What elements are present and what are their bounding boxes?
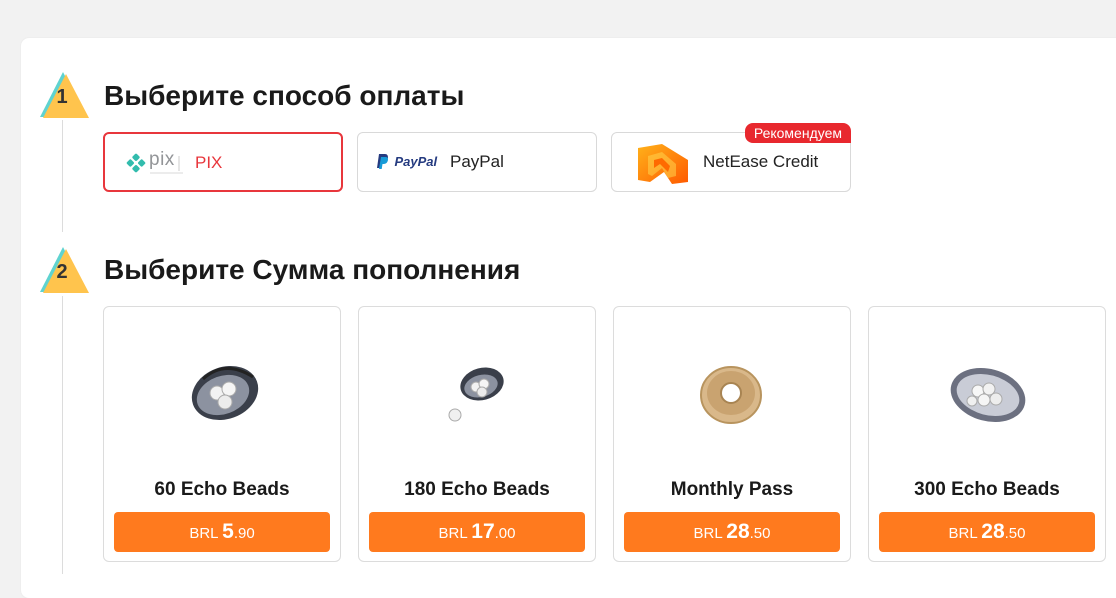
payment-option-label: PayPal [450, 152, 504, 171]
step-number: 1 [56, 86, 68, 108]
step-2-badge: 2 [36, 245, 90, 295]
step-1-badge: 1 [36, 70, 90, 120]
payment-option-paypal[interactable]: PayPal PayPal [357, 132, 597, 192]
price-integer: 17 [471, 520, 495, 543]
netease-credit-logo-icon [636, 142, 690, 186]
price-decimal: .00 [494, 525, 516, 542]
pix-logo-text: pix [149, 149, 175, 170]
payment-option-label: PIX [195, 153, 223, 172]
recommended-badge: Рекомендуем [744, 123, 851, 143]
section-title-topup-amount: Выберите Сумма пополнения [104, 254, 521, 285]
buy-price-button[interactable]: BRL 17.00 [369, 512, 585, 552]
pix-logo-icon: pix [125, 149, 187, 174]
section-title-payment-method: Выберите способ оплаты [104, 80, 465, 111]
product-card[interactable]: 180 Echo Beads BRL 17.00 [358, 306, 596, 562]
product-card[interactable]: 60 Echo Beads BRL 5.90 [103, 306, 341, 562]
price-decimal: .90 [233, 525, 255, 542]
product-name: 60 Echo Beads [154, 479, 290, 500]
buy-price-button[interactable]: BRL 28.50 [624, 512, 840, 552]
monthly-pass-disc-icon [673, 329, 793, 449]
price-currency: BRL [693, 525, 727, 542]
paypal-logo-text: PayPal [394, 154, 438, 169]
pearl-shell-icon [163, 329, 283, 449]
step-connector-line [62, 120, 63, 232]
product-card[interactable]: 300 Echo Beads BRL 28.50 [868, 306, 1106, 562]
price-decimal: .50 [1004, 525, 1026, 542]
price-integer: 28 [981, 520, 1005, 543]
paypal-logo-icon: PayPal [376, 154, 437, 172]
payment-option-label: NetEase Credit [703, 152, 819, 171]
price-currency: BRL [948, 525, 982, 542]
payment-option-netease-credit[interactable]: NetEase Credit Рекомендуем [611, 123, 851, 192]
pearl-shell-small-icon [418, 329, 538, 449]
pearl-shell-open-icon [928, 329, 1048, 449]
step-number: 2 [56, 261, 68, 283]
product-name: 180 Echo Beads [404, 479, 550, 500]
product-card[interactable]: Monthly Pass BRL 28.50 [613, 306, 851, 562]
product-name: 300 Echo Beads [914, 479, 1060, 500]
price-currency: BRL [438, 525, 472, 542]
step-connector-line [62, 296, 63, 574]
buy-price-button[interactable]: BRL 5.90 [114, 512, 330, 552]
buy-price-button[interactable]: BRL 28.50 [879, 512, 1095, 552]
product-name: Monthly Pass [670, 479, 794, 500]
price-integer: 28 [726, 520, 750, 543]
payment-option-pix[interactable]: pix PIX [103, 132, 343, 192]
price-decimal: .50 [749, 525, 771, 542]
price-integer: 5 [222, 520, 234, 543]
price-currency: BRL [189, 525, 223, 542]
